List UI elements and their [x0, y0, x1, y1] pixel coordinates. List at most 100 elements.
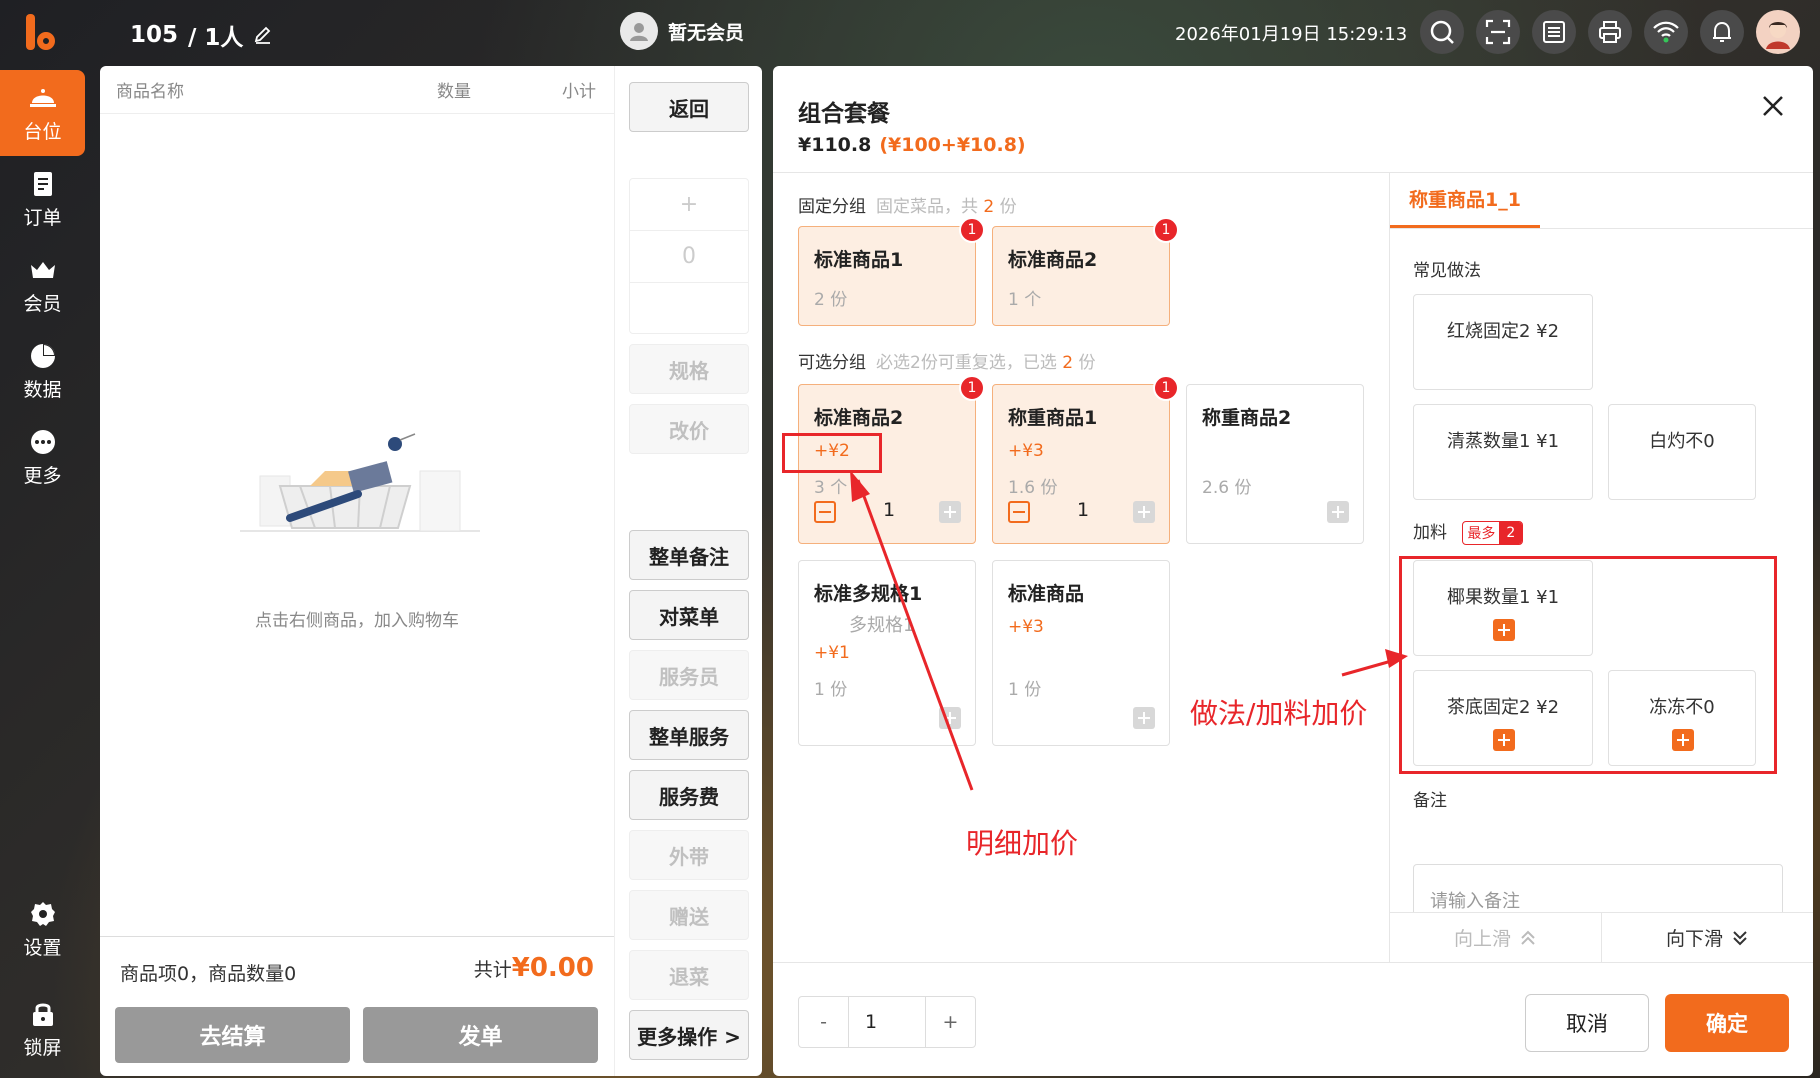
divider: [1389, 172, 1390, 962]
item-qty: 1 份: [814, 680, 848, 700]
item-selected-qty: 1: [1077, 499, 1090, 521]
table-info[interactable]: 105 / 1人: [130, 18, 273, 52]
stepper-value: 0: [630, 231, 748, 283]
sidebar-item-label: 台位: [23, 120, 62, 143]
sidebar-item-lock[interactable]: 锁屏: [0, 986, 85, 1072]
fixed-group-label: 固定分组 固定菜品，共 2 份: [798, 197, 1017, 217]
optional-item-card[interactable]: 称重商品1 +¥3 1.6 份 1 1: [992, 375, 1179, 544]
item-name: 称重商品2: [1202, 407, 1292, 429]
count-badge: 1: [959, 217, 985, 243]
search-icon[interactable]: [1420, 10, 1464, 54]
service-fee-button[interactable]: 服务费: [629, 770, 749, 820]
method-option[interactable]: 红烧固定2 ¥2: [1413, 294, 1593, 390]
printer-icon[interactable]: [1588, 10, 1632, 54]
optional-item-card[interactable]: 标准商品 +¥3 1 份: [992, 560, 1170, 746]
takeout-button[interactable]: 外带: [629, 830, 749, 880]
list-icon[interactable]: [1532, 10, 1576, 54]
item-addon-price: +¥1: [814, 643, 850, 663]
sidebar-item-member[interactable]: 会员: [0, 242, 85, 328]
qty-plus-button[interactable]: +: [925, 997, 975, 1047]
sidebar-item-more[interactable]: 更多: [0, 414, 85, 500]
optional-item-card[interactable]: 标准多规格1 多规格1 +¥1 1 份: [798, 560, 976, 746]
method-option[interactable]: 白灼不0: [1608, 404, 1756, 500]
more-actions-button[interactable]: 更多操作 >: [629, 1010, 749, 1060]
sidebar-item-label: 数据: [23, 378, 62, 401]
plus-icon[interactable]: [1327, 501, 1349, 523]
divider: [773, 962, 1813, 963]
chevron-down-icon: [1733, 930, 1747, 945]
scroll-up-button[interactable]: 向上滑: [1390, 913, 1602, 962]
annotation-box-method-price: [1399, 556, 1777, 774]
item-spec: 多规格1: [849, 615, 915, 636]
spec-button[interactable]: 规格: [629, 344, 749, 394]
optional-item-card[interactable]: 称重商品2 2.6 份: [1186, 384, 1364, 544]
item-name: 标准商品1: [814, 249, 904, 271]
col-qty: 数量: [437, 82, 471, 102]
confirm-button[interactable]: 确定: [1665, 994, 1789, 1052]
stepper-minus[interactable]: [630, 283, 748, 335]
count-badge: 1: [959, 375, 985, 401]
sidebar-item-data[interactable]: 数据: [0, 328, 85, 414]
dialog-price: ¥110.8 (¥100+¥10.8): [798, 134, 1026, 156]
order-service-button[interactable]: 整单服务: [629, 710, 749, 760]
minus-icon[interactable]: [814, 501, 836, 523]
sidebar-item-label: 锁屏: [23, 1036, 62, 1059]
price-detail: (¥100+¥10.8): [879, 134, 1026, 156]
price-change-button[interactable]: 改价: [629, 404, 749, 454]
close-icon[interactable]: [1761, 94, 1785, 118]
item-name: 标准商品2: [1008, 249, 1098, 271]
order-note-button[interactable]: 整单备注: [629, 530, 749, 580]
method-option[interactable]: 清蒸数量1 ¥1: [1413, 404, 1593, 500]
sidebar-item-label: 更多: [23, 464, 62, 487]
annotation-detail-price: 明细加价: [966, 827, 1079, 860]
sidebar-item-order[interactable]: 订单: [0, 156, 85, 242]
check-order-button[interactable]: 对菜单: [629, 590, 749, 640]
waiter-button[interactable]: 服务员: [629, 650, 749, 700]
sidebar-item-table[interactable]: 台位: [0, 70, 85, 156]
item-qty: 3 个: [814, 478, 848, 498]
member-avatar-icon: [620, 12, 658, 50]
qty-minus-button[interactable]: -: [799, 997, 849, 1047]
item-name: 称重商品1: [1008, 407, 1098, 429]
minus-icon[interactable]: [1008, 501, 1030, 523]
cart-header: 商品名称 数量 小计: [100, 66, 614, 114]
wifi-icon[interactable]: [1644, 10, 1688, 54]
order-icon: [33, 171, 52, 196]
sidebar-item-settings[interactable]: 设置: [0, 886, 85, 972]
return-dish-button[interactable]: 退菜: [629, 950, 749, 1000]
more-dots-icon: [30, 429, 55, 454]
top-icons: [1420, 10, 1800, 54]
guest-count: / 1人: [188, 25, 244, 51]
count-badge: 1: [1153, 375, 1179, 401]
tab-weighted-item[interactable]: 称重商品1_1: [1390, 172, 1540, 228]
sidebar-item-label: 会员: [23, 292, 62, 315]
bell-icon[interactable]: [1700, 10, 1744, 54]
user-avatar-icon[interactable]: [1756, 10, 1800, 54]
scroll-down-button[interactable]: 向下滑: [1602, 913, 1813, 962]
qty-value[interactable]: 1: [849, 997, 925, 1047]
annotation-box-detail-price: [782, 433, 882, 473]
send-order-button[interactable]: 发单: [363, 1007, 598, 1063]
checkout-button[interactable]: 去结算: [115, 1007, 350, 1063]
chevron-up-icon: [1521, 930, 1535, 945]
member-selector[interactable]: 暂无会员: [620, 12, 744, 50]
sidebar-item-label: 订单: [23, 206, 62, 229]
scan-icon[interactable]: [1476, 10, 1520, 54]
plus-icon[interactable]: [1133, 707, 1155, 729]
edit-icon[interactable]: [253, 25, 273, 45]
item-addon-price: +¥3: [1008, 441, 1044, 461]
price-total: ¥110.8: [798, 134, 872, 156]
plus-icon[interactable]: [1133, 501, 1155, 523]
back-button[interactable]: 返回: [629, 82, 749, 132]
stepper-plus[interactable]: +: [630, 179, 748, 231]
fixed-item-card[interactable]: 标准商品2 1 个 1: [992, 217, 1179, 326]
gift-button[interactable]: 赠送: [629, 890, 749, 940]
cancel-button[interactable]: 取消: [1525, 994, 1649, 1052]
plus-icon[interactable]: [939, 707, 961, 729]
table-number: 105: [130, 22, 179, 48]
item-qty: 2 份: [814, 290, 848, 310]
plus-icon[interactable]: [939, 501, 961, 523]
fixed-item-card[interactable]: 标准商品1 2 份 1: [798, 217, 985, 326]
dialog-title: 组合套餐: [798, 101, 890, 127]
item-addon-price: +¥3: [1008, 617, 1044, 637]
